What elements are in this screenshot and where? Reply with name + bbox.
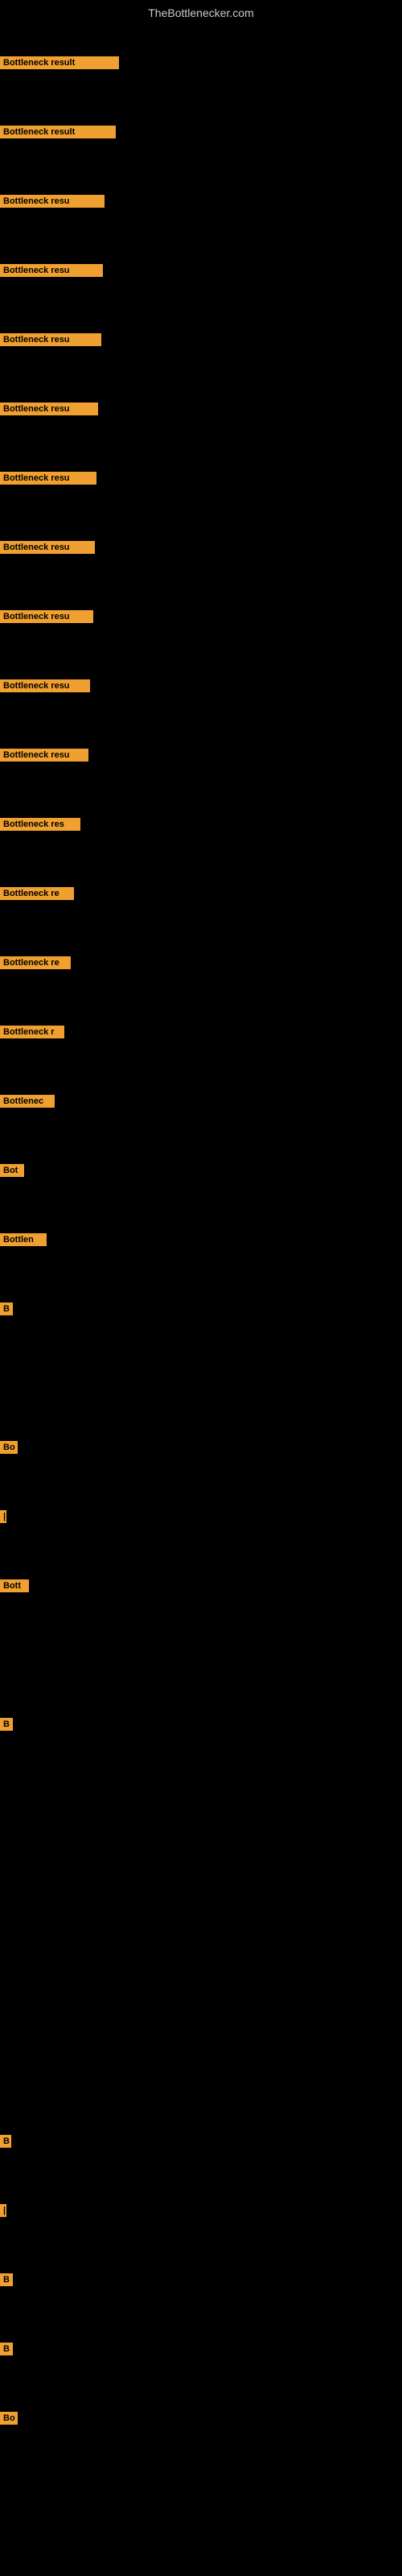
bottleneck-result-bar[interactable]: | [0, 1510, 6, 1523]
bottleneck-result-bar[interactable]: Bottleneck resu [0, 402, 98, 415]
bottleneck-row: Bottleneck r [0, 1014, 402, 1050]
bottleneck-result-bar[interactable]: B [0, 1302, 13, 1315]
bottleneck-row: Bottleneck result [0, 45, 402, 80]
bottleneck-result-bar[interactable]: Bo [0, 2412, 18, 2425]
bottleneck-row: Bott [0, 1568, 402, 1604]
bottleneck-row: Bottleneck resu [0, 668, 402, 704]
bottleneck-result-bar[interactable]: B [0, 1718, 13, 1731]
bottleneck-row: | [0, 1499, 402, 1534]
bottleneck-result-bar[interactable]: Bottleneck re [0, 887, 74, 900]
bottleneck-result-bar[interactable]: B [0, 2273, 13, 2286]
site-title: TheBottlenecker.com [0, 0, 402, 26]
bottleneck-row: Bottleneck result [0, 114, 402, 150]
bottleneck-result-bar[interactable]: B [0, 2343, 13, 2355]
bottleneck-result-bar[interactable]: Bottleneck resu [0, 195, 105, 208]
bottleneck-result-bar[interactable]: Bottlen [0, 1233, 47, 1246]
bottleneck-row: Bottleneck re [0, 945, 402, 980]
bottleneck-row: Bottleneck resu [0, 184, 402, 219]
bottleneck-row: Bo [0, 1430, 402, 1465]
bottleneck-row: Bottleneck resu [0, 460, 402, 496]
bottleneck-row: Bottleneck resu [0, 391, 402, 427]
bottleneck-result-bar[interactable]: Bottleneck resu [0, 333, 101, 346]
bottleneck-result-bar[interactable]: Bottleneck resu [0, 264, 103, 277]
bottleneck-row: Bo [0, 2401, 402, 2436]
bottleneck-result-bar[interactable]: Bottleneck resu [0, 749, 88, 762]
bottleneck-result-bar[interactable]: Bottlenec [0, 1095, 55, 1108]
site-title-text: TheBottlenecker.com [148, 6, 254, 19]
bottleneck-result-bar[interactable]: Bottleneck resu [0, 610, 93, 623]
bottleneck-result-bar[interactable]: Bottleneck resu [0, 472, 96, 485]
bottleneck-row: B [0, 1291, 402, 1327]
bottleneck-row: Bottleneck resu [0, 737, 402, 773]
bottleneck-row: Bottleneck resu [0, 322, 402, 357]
bottleneck-row: B [0, 2331, 402, 2367]
bottleneck-result-bar[interactable]: Bottleneck result [0, 56, 119, 69]
bottleneck-row: Bot [0, 1153, 402, 1188]
bottleneck-result-bar[interactable]: Bottleneck res [0, 818, 80, 831]
bottleneck-row: Bottleneck resu [0, 253, 402, 288]
bottleneck-row: B [0, 1707, 402, 1742]
bottleneck-row: B [0, 2124, 402, 2159]
bottleneck-row: Bottleneck resu [0, 530, 402, 565]
bottleneck-row: Bottleneck resu [0, 599, 402, 634]
bottleneck-result-bar[interactable]: Bot [0, 1164, 24, 1177]
bottleneck-row: B [0, 2262, 402, 2297]
bottleneck-row: Bottleneck re [0, 876, 402, 911]
bottleneck-row: | [0, 2193, 402, 2228]
bottleneck-result-bar[interactable]: B [0, 2135, 11, 2148]
bottleneck-result-bar[interactable]: Bottleneck r [0, 1026, 64, 1038]
bottleneck-result-bar[interactable]: Bottleneck resu [0, 541, 95, 554]
bottleneck-row: Bottlenec [0, 1084, 402, 1119]
bottleneck-row: Bottlen [0, 1222, 402, 1257]
bottleneck-result-bar[interactable]: Bottleneck resu [0, 679, 90, 692]
bottleneck-row: Bottleneck res [0, 807, 402, 842]
bottleneck-result-bar[interactable]: Bo [0, 1441, 18, 1454]
bottleneck-result-bar[interactable]: Bott [0, 1579, 29, 1592]
bottleneck-result-bar[interactable]: Bottleneck re [0, 956, 71, 969]
bottleneck-result-bar[interactable]: Bottleneck result [0, 126, 116, 138]
bottleneck-result-bar[interactable]: | [0, 2204, 6, 2217]
